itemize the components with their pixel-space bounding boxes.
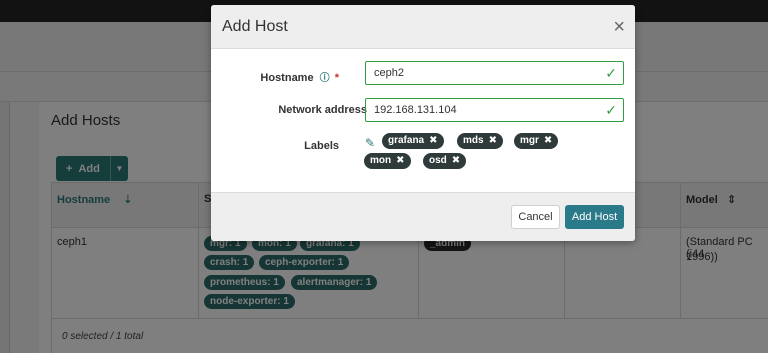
modal-title: Add Host xyxy=(222,18,288,35)
label-tag-mds: mds ✖ xyxy=(457,133,503,149)
label-tag-mon: mon ✖ xyxy=(364,153,411,169)
label-tag-grafana: grafana ✖ xyxy=(382,133,444,149)
pencil-icon[interactable]: ✎ xyxy=(365,136,375,150)
hostname-input[interactable]: ceph2 ✓ xyxy=(365,61,624,85)
remove-icon[interactable]: ✖ xyxy=(396,155,404,166)
close-icon[interactable]: × xyxy=(613,17,625,37)
network-address-input[interactable]: 192.168.131.104 ✓ xyxy=(365,98,624,122)
add-host-button[interactable]: Add Host xyxy=(565,205,624,229)
add-host-modal: Add Host × Hostname ⓘ * ceph2 ✓ Network … xyxy=(211,5,635,241)
check-icon: ✓ xyxy=(605,65,617,81)
hostname-label: Hostname ⓘ * xyxy=(260,72,339,84)
remove-icon[interactable]: ✖ xyxy=(489,135,497,146)
required-icon: * xyxy=(334,72,339,84)
label-tag-mgr: mgr ✖ xyxy=(514,133,559,149)
label-tag-osd: osd ✖ xyxy=(423,153,467,169)
check-icon: ✓ xyxy=(605,102,617,118)
modal-header: Add Host × xyxy=(211,5,635,49)
network-address-label: Network address xyxy=(278,104,367,116)
remove-icon[interactable]: ✖ xyxy=(452,155,460,166)
cancel-button[interactable]: Cancel xyxy=(511,205,560,229)
labels-label: Labels xyxy=(304,140,339,152)
remove-icon[interactable]: ✖ xyxy=(544,135,552,146)
help-icon[interactable]: ⓘ xyxy=(320,73,330,84)
remove-icon[interactable]: ✖ xyxy=(429,135,437,146)
